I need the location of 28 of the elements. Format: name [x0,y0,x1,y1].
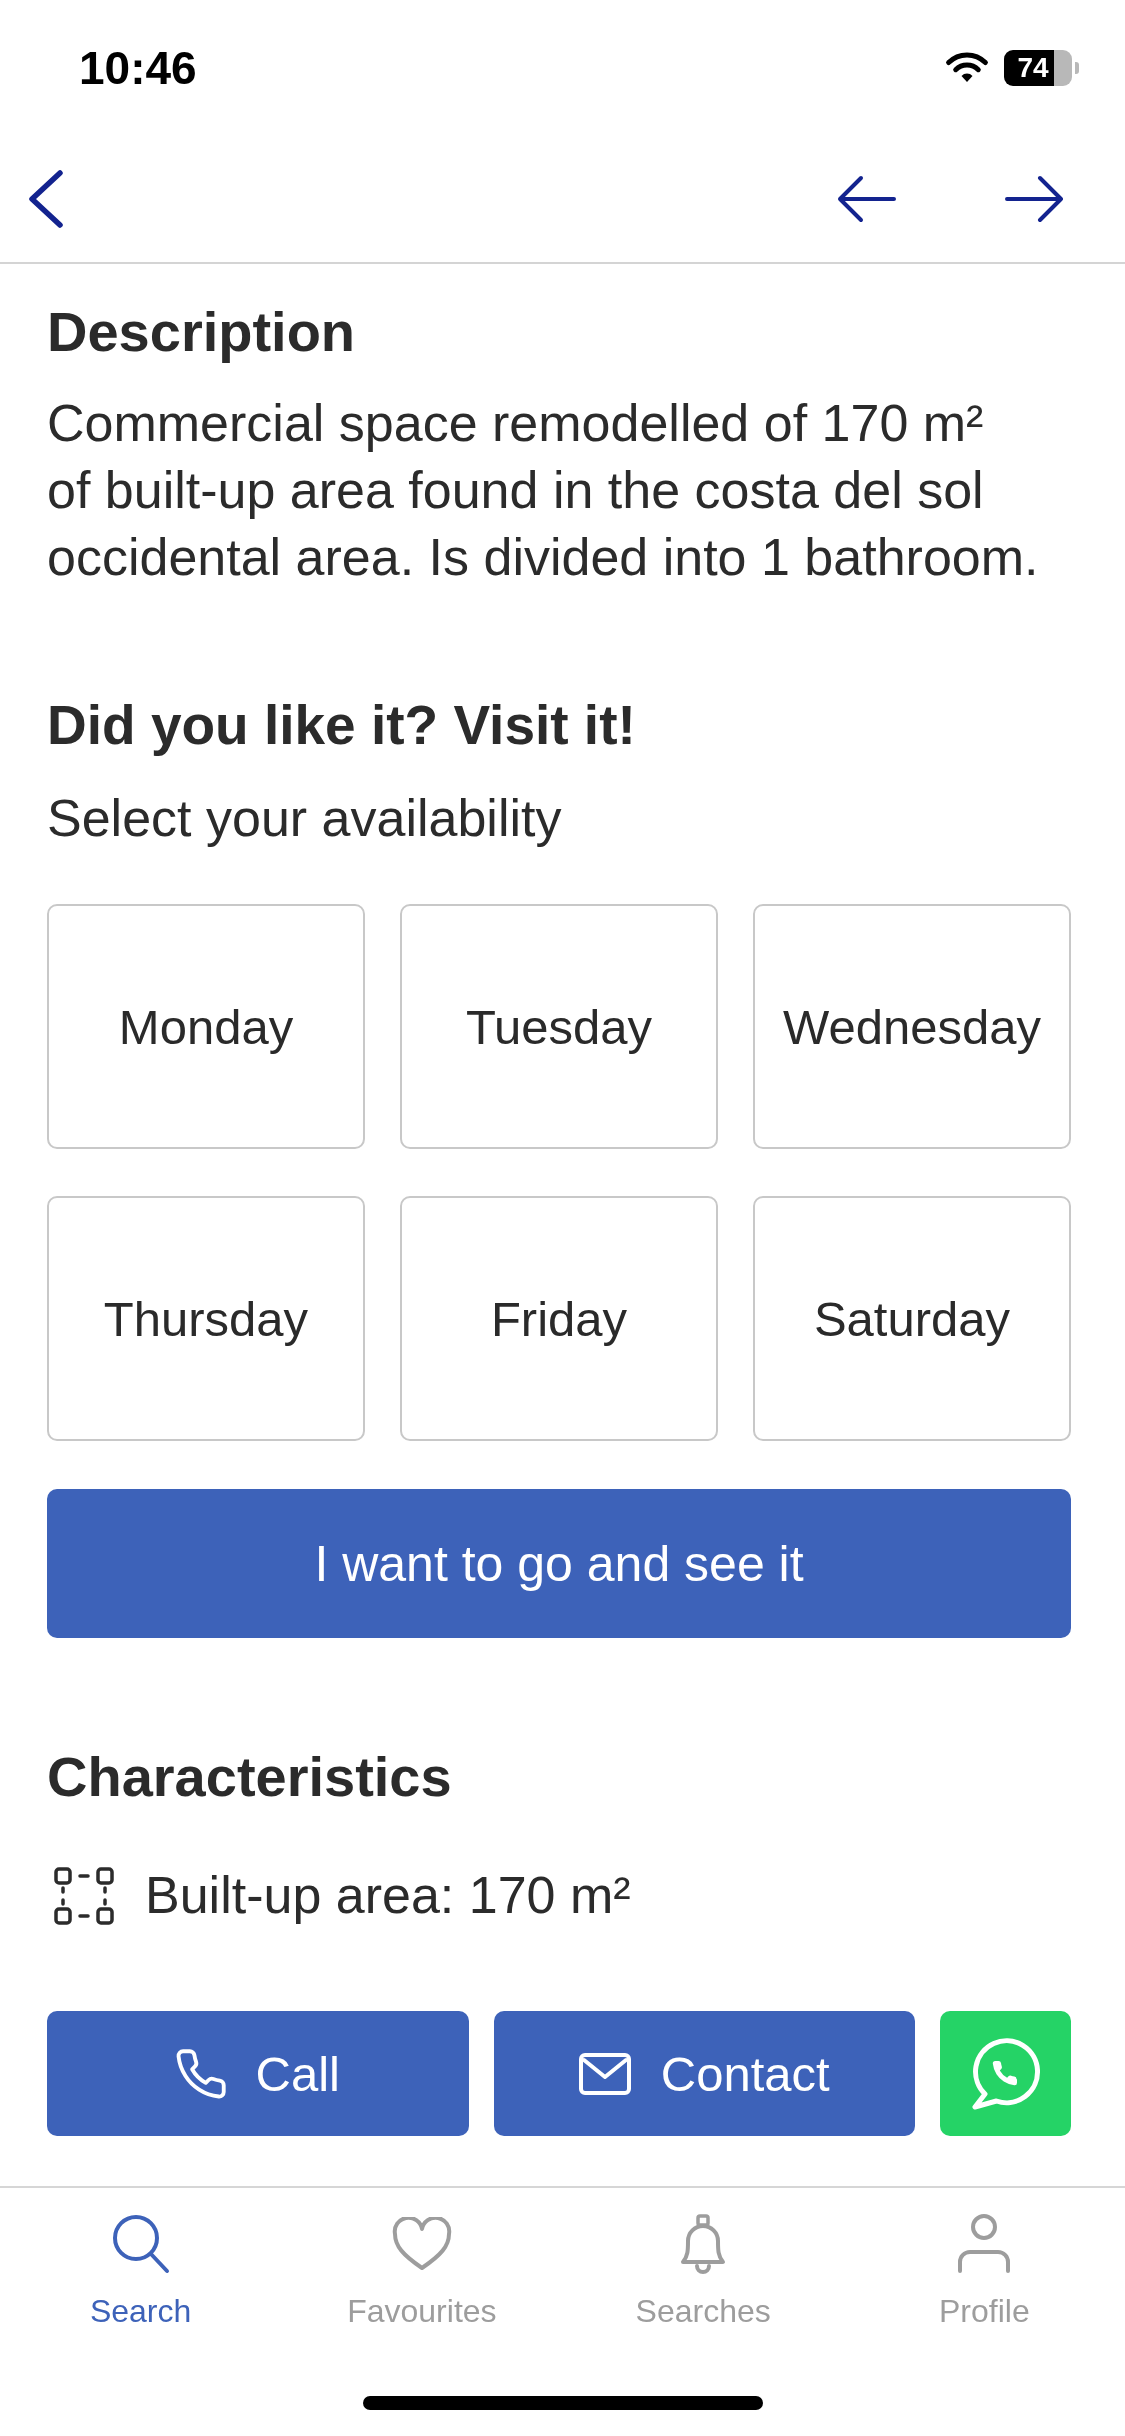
day-option[interactable]: Wednesday [753,904,1071,1149]
phone-icon [175,2048,226,2099]
search-icon [111,2213,170,2274]
day-option[interactable]: Thursday [47,1196,365,1441]
envelope-icon [578,2052,631,2095]
characteristic-text: Built-up area: 170 m² [145,1865,631,1926]
day-option[interactable]: Friday [400,1196,718,1441]
person-icon [956,2213,1013,2274]
day-option[interactable]: Monday [47,904,365,1149]
battery-percentage: 74 [1004,50,1072,86]
section-heading: Characteristics [47,1744,453,1810]
day-option[interactable]: Saturday [753,1196,1071,1441]
arrow-left-icon[interactable] [837,175,897,223]
section-heading: Did you like it? Visit it! [47,693,637,758]
chevron-left-icon[interactable] [28,170,64,228]
dashed-square-icon [54,1866,114,1925]
call-button[interactable]: Call [47,2011,469,2136]
day-option[interactable]: Tuesday [400,904,718,1149]
heart-icon [391,2216,452,2271]
chat-bubble-phone-icon [969,2036,1042,2111]
status-time: 10:46 [79,41,197,95]
section-heading: Description [47,299,357,365]
description-text: Commercial space remodelled of 170 m² of built-up area found in the costa del sol occidental area. Is divided into 1 bathroom. [47,393,1040,588]
tab-bar-item[interactable]: Search [89,2213,192,2331]
availability-prompt: Select your availability [47,788,563,849]
arrow-right-icon[interactable] [1004,175,1064,223]
visit-request-button[interactable]: I want to go and see it [47,1489,1071,1638]
contact-button[interactable]: Contact [493,2011,915,2136]
